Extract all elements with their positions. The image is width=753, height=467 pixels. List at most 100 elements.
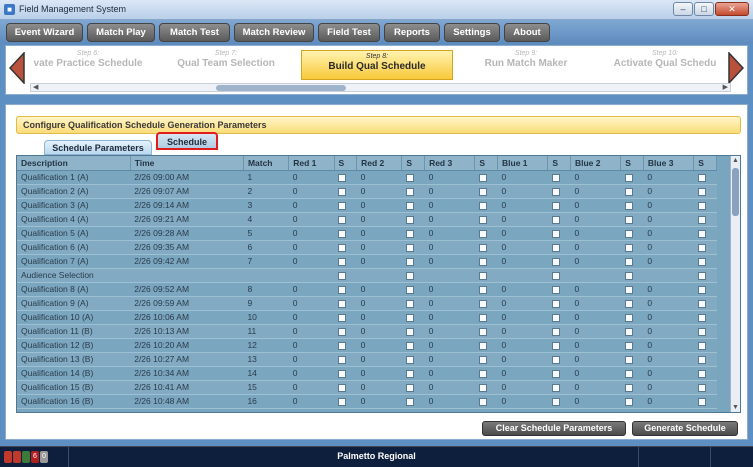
surrogate-checkbox[interactable]	[338, 243, 346, 252]
step-8-active[interactable]: Step 8: Build Qual Schedule	[301, 50, 453, 80]
cell-team-b3[interactable]	[643, 268, 694, 283]
surrogate-checkbox[interactable]	[624, 327, 633, 336]
cell-team-r1[interactable]: 0	[288, 380, 334, 395]
surrogate-checkbox[interactable]	[405, 285, 414, 294]
cell-team-r1[interactable]: 0	[288, 352, 334, 367]
cell-team-b2[interactable]: 0	[570, 366, 621, 381]
surrogate-checkbox[interactable]	[338, 271, 346, 280]
next-step-arrow-icon[interactable]	[728, 51, 745, 85]
column-header[interactable]: Red 1	[288, 156, 335, 171]
surrogate-checkbox[interactable]	[338, 327, 346, 336]
surrogate-checkbox[interactable]	[551, 187, 560, 196]
cell-team-r3[interactable]: 0	[424, 296, 475, 311]
menu-settings[interactable]: Settings	[444, 23, 500, 42]
surrogate-checkbox[interactable]	[551, 299, 560, 308]
surrogate-checkbox[interactable]	[551, 257, 560, 266]
table-row[interactable]: Qualification 15 (B) 2/26 10:41 AM 15 0 0 0 0 0…	[17, 380, 717, 395]
scroll-right-icon[interactable]: ▶	[723, 83, 728, 91]
cell-team-r1[interactable]: 0	[288, 170, 334, 185]
column-header[interactable]: S	[334, 156, 358, 171]
surrogate-checkbox[interactable]	[478, 271, 487, 280]
cell-team-r3[interactable]: 0	[424, 254, 475, 269]
table-row[interactable]: Qualification 10 (A) 2/26 10:06 AM 10 0 0 0 0 0…	[17, 310, 717, 325]
tab-schedule-parameters[interactable]: Schedule Parameters	[44, 140, 152, 155]
surrogate-checkbox[interactable]	[624, 313, 633, 322]
surrogate-checkbox[interactable]	[697, 313, 706, 322]
surrogate-checkbox[interactable]	[697, 201, 706, 210]
surrogate-checkbox[interactable]	[478, 215, 487, 224]
grid-vertical-scrollbar[interactable]: ▲ ▼	[730, 156, 740, 412]
cell-team-r3[interactable]: 0	[424, 184, 475, 199]
table-row[interactable]: Qualification 6 (A) 2/26 09:35 AM 6 0 0 0 0 0 0	[17, 240, 717, 255]
surrogate-checkbox[interactable]	[405, 201, 414, 210]
cell-team-b1[interactable]	[497, 268, 548, 283]
cell-team-r1[interactable]: 0	[288, 240, 334, 255]
surrogate-checkbox[interactable]	[338, 299, 346, 308]
menu-match-review[interactable]: Match Review	[234, 23, 314, 42]
surrogate-checkbox[interactable]	[405, 243, 414, 252]
surrogate-checkbox[interactable]	[338, 355, 346, 364]
cell-team-b2[interactable]: 0	[570, 296, 621, 311]
surrogate-checkbox[interactable]	[624, 285, 633, 294]
cell-team-r1[interactable]: 0	[288, 366, 334, 381]
tab-schedule[interactable]: Schedule	[156, 132, 218, 150]
surrogate-checkbox[interactable]	[478, 257, 487, 266]
surrogate-checkbox[interactable]	[338, 341, 346, 350]
cell-team-b2[interactable]: 0	[570, 254, 621, 269]
cell-team-b2[interactable]: 0	[570, 310, 621, 325]
menu-match-test[interactable]: Match Test	[159, 23, 230, 42]
surrogate-checkbox[interactable]	[624, 257, 633, 266]
cell-team-r3[interactable]: 0	[424, 352, 475, 367]
surrogate-checkbox[interactable]	[697, 173, 706, 182]
surrogate-checkbox[interactable]	[405, 257, 414, 266]
cell-team-r1[interactable]: 0	[288, 324, 334, 339]
surrogate-checkbox[interactable]	[338, 397, 346, 406]
surrogate-checkbox[interactable]	[478, 397, 487, 406]
cell-team-b2[interactable]: 0	[570, 394, 621, 409]
column-header[interactable]: S	[693, 156, 717, 171]
cell-team-b2[interactable]: 0	[570, 352, 621, 367]
cell-team-r2[interactable]: 0	[356, 184, 402, 199]
cell-team-b2[interactable]: 0	[570, 226, 621, 241]
table-row[interactable]: Qualification 3 (A) 2/26 09:14 AM 3 0 0 0 0 0 0	[17, 198, 717, 213]
column-header[interactable]: Red 3	[424, 156, 476, 171]
surrogate-checkbox[interactable]	[405, 327, 414, 336]
cell-team-r3[interactable]: 0	[424, 198, 475, 213]
cell-team-r2[interactable]: 0	[356, 352, 402, 367]
surrogate-checkbox[interactable]	[478, 243, 487, 252]
cell-team-r2[interactable]: 0	[356, 296, 402, 311]
cell-team-r2[interactable]: 0	[356, 240, 402, 255]
surrogate-checkbox[interactable]	[338, 383, 346, 392]
cell-team-r2[interactable]: 0	[356, 324, 402, 339]
surrogate-checkbox[interactable]	[405, 383, 414, 392]
cell-team-r3[interactable]: 0	[424, 226, 475, 241]
column-header[interactable]: Time	[130, 156, 244, 171]
surrogate-checkbox[interactable]	[697, 243, 706, 252]
cell-team-b3[interactable]: 0	[643, 170, 694, 185]
surrogate-checkbox[interactable]	[338, 215, 346, 224]
table-row[interactable]: Qualification 12 (B) 2/26 10:20 AM 12 0 0 0 0 0…	[17, 338, 717, 353]
table-row[interactable]: Qualification 5 (A) 2/26 09:28 AM 5 0 0 0 0 0 0	[17, 226, 717, 241]
surrogate-checkbox[interactable]	[405, 173, 414, 182]
surrogate-checkbox[interactable]	[551, 285, 560, 294]
cell-team-r1[interactable]: 0	[288, 212, 334, 227]
surrogate-checkbox[interactable]	[697, 369, 706, 378]
cell-team-b1[interactable]: 0	[497, 338, 548, 353]
cell-team-b3[interactable]: 0	[643, 226, 694, 241]
cell-team-b1[interactable]: 0	[497, 324, 548, 339]
scroll-left-icon[interactable]: ◀	[33, 83, 38, 91]
cell-team-b3[interactable]: 0	[643, 310, 694, 325]
surrogate-checkbox[interactable]	[697, 285, 706, 294]
cell-team-r3[interactable]: 0	[424, 240, 475, 255]
column-header[interactable]: S	[547, 156, 571, 171]
surrogate-checkbox[interactable]	[624, 187, 633, 196]
surrogate-checkbox[interactable]	[405, 299, 414, 308]
surrogate-checkbox[interactable]	[697, 327, 706, 336]
surrogate-checkbox[interactable]	[624, 201, 633, 210]
column-header[interactable]: S	[474, 156, 499, 171]
table-row[interactable]: Qualification 13 (B) 2/26 10:27 AM 13 0 0 0 0 0…	[17, 352, 717, 367]
cell-team-r1[interactable]: 0	[288, 198, 334, 213]
surrogate-checkbox[interactable]	[478, 285, 487, 294]
cell-team-r1[interactable]: 0	[288, 282, 334, 297]
surrogate-checkbox[interactable]	[551, 369, 560, 378]
